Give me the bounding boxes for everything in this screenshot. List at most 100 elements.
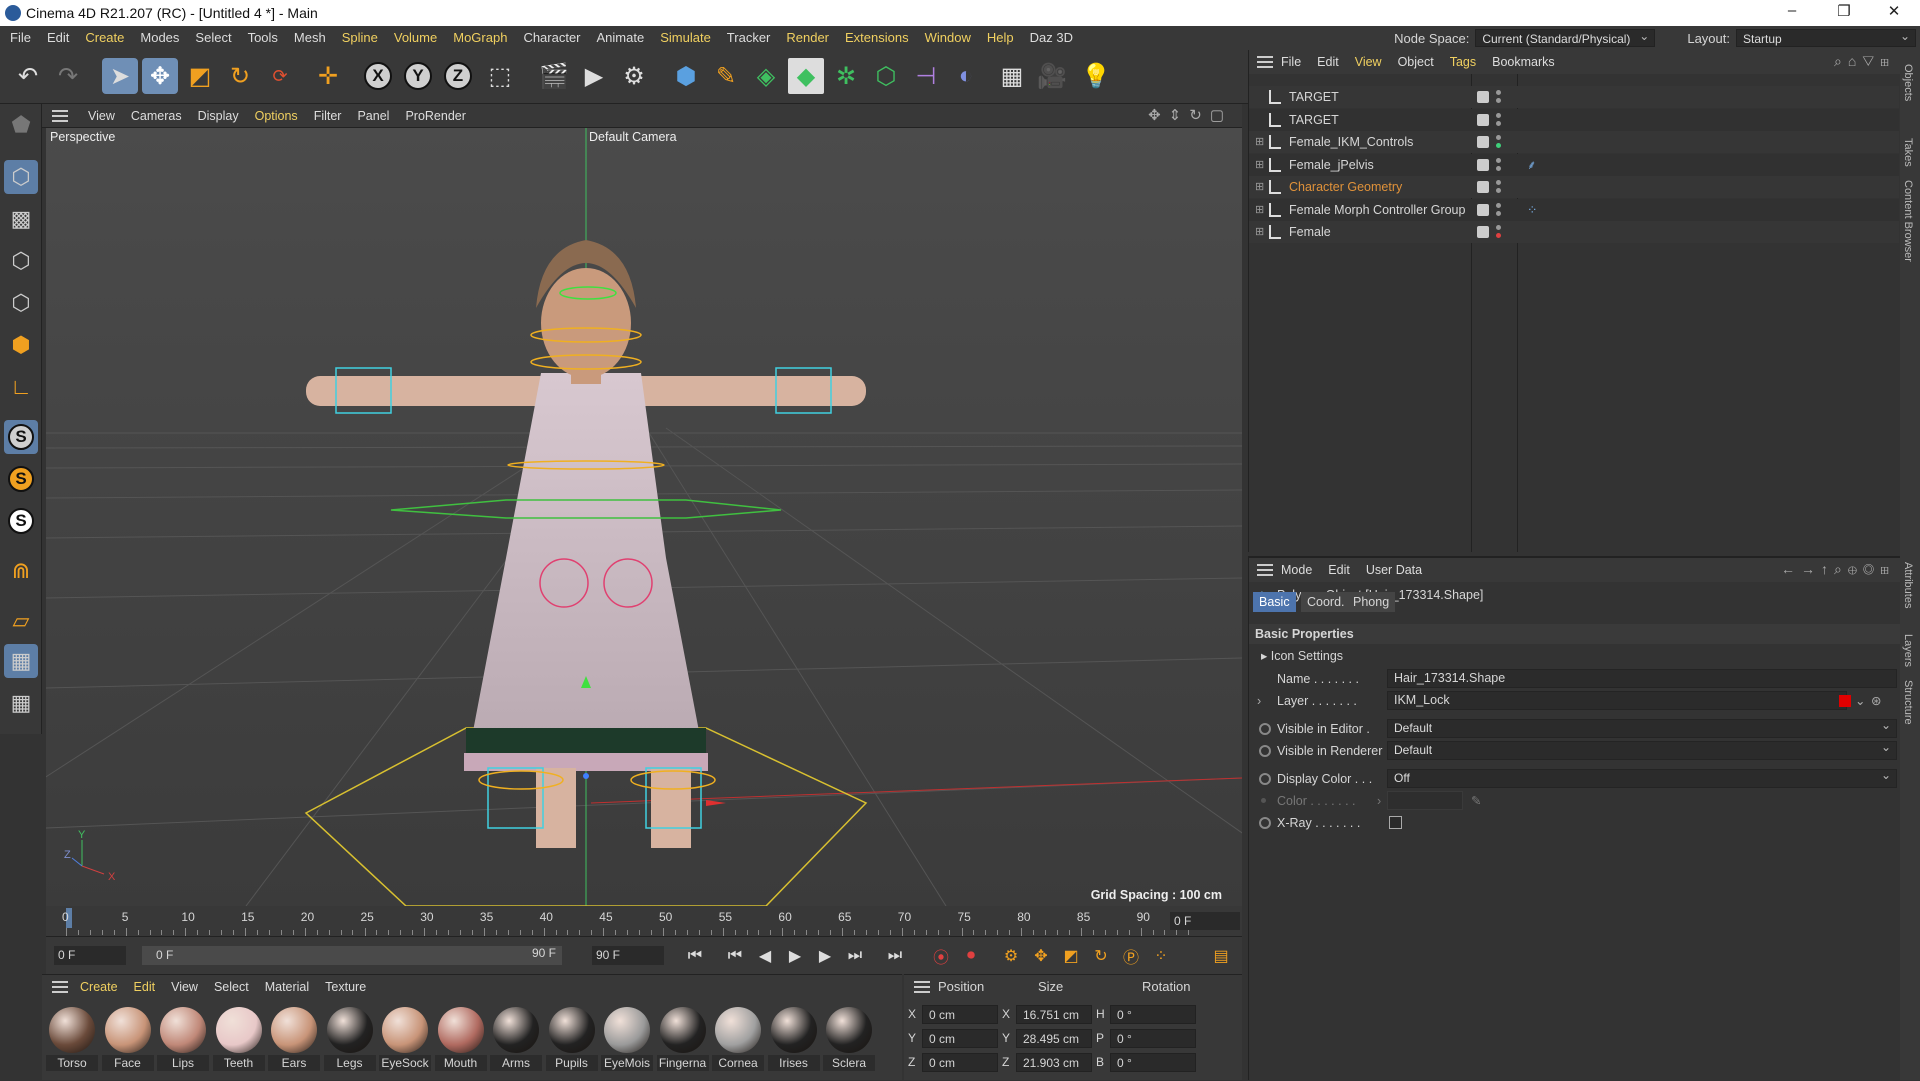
render-view-icon[interactable]: ▶ — [576, 58, 612, 94]
expand-icon[interactable]: ⊞ — [1255, 176, 1264, 198]
object-row[interactable]: ⊞ Female_IKM_Controls — [1249, 131, 1899, 153]
select-tool-icon[interactable]: ➤ — [102, 58, 138, 94]
editor-visibility-dot[interactable] — [1496, 135, 1501, 140]
menu-render[interactable]: Render — [778, 26, 837, 50]
viewport-menu-display[interactable]: Display — [190, 104, 247, 128]
position-key-icon[interactable]: ✥ — [1028, 943, 1054, 969]
side-tab-attributes[interactable]: Attributes — [1902, 562, 1914, 608]
visible-editor-anim-icon[interactable] — [1259, 723, 1271, 735]
render-visibility-dot[interactable] — [1496, 143, 1501, 148]
deformer-icon[interactable]: ⊣ — [908, 58, 944, 94]
y-axis-lock-icon[interactable]: Y — [400, 58, 436, 94]
material-item[interactable]: Lips — [157, 1005, 209, 1079]
param-key-icon[interactable]: Ⓟ — [1118, 943, 1144, 969]
object-row[interactable]: ⊞ Female_jPelvis ⸙ — [1249, 153, 1899, 176]
menu-animate[interactable]: Animate — [589, 26, 653, 50]
viewport-nav-icons[interactable]: ✥⇕↻▢ — [1148, 106, 1232, 124]
maximize-button[interactable]: ❐ — [1822, 2, 1866, 20]
cloner-icon[interactable]: ⬡ — [868, 58, 904, 94]
go-to-start-icon[interactable]: ⏮ — [682, 943, 708, 969]
current-frame-field[interactable]: 0 F — [1170, 912, 1240, 930]
material-item[interactable]: Teeth — [212, 1005, 265, 1079]
quantize-icon[interactable]: S — [4, 504, 38, 538]
expand-icon[interactable]: ⊞ — [1255, 154, 1264, 176]
object-menu-edit[interactable]: Edit — [1309, 50, 1347, 74]
object-menu-view[interactable]: View — [1347, 50, 1390, 74]
previous-frame-icon[interactable]: ◀ — [752, 943, 778, 969]
render-visibility-dot[interactable] — [1496, 98, 1501, 103]
tab-coord[interactable]: Coord. — [1301, 592, 1351, 612]
cube-icon[interactable]: ⬢ — [668, 58, 704, 94]
menu-select[interactable]: Select — [187, 26, 239, 50]
color-expand-icon[interactable]: › — [1377, 790, 1381, 812]
menu-spline[interactable]: Spline — [334, 26, 386, 50]
menu-simulate[interactable]: Simulate — [652, 26, 719, 50]
node-space-dropdown[interactable]: Current (Standard/Physical) — [1475, 27, 1656, 47]
layer-edit-icon[interactable] — [1477, 203, 1489, 216]
autokey-icon[interactable]: ⏺ — [958, 943, 984, 969]
layout-dropdown[interactable]: Startup — [1736, 27, 1916, 47]
psr-icon[interactable]: ⟳ — [262, 58, 298, 94]
object-row[interactable]: TARGET — [1249, 86, 1899, 108]
texture-mode-icon[interactable]: ▩ — [4, 202, 38, 236]
xray-anim-icon[interactable] — [1259, 817, 1271, 829]
z-axis-lock-icon[interactable]: Z — [440, 58, 476, 94]
expand-icon[interactable]: ⊞ — [1255, 221, 1264, 243]
xray-checkbox[interactable] — [1389, 816, 1402, 829]
color-picker-icon[interactable]: ✎ — [1471, 790, 1481, 812]
viewport-menu-cameras[interactable]: Cameras — [123, 104, 190, 128]
end-frame-field[interactable]: 90 F — [592, 946, 664, 965]
menu-create[interactable]: Create — [77, 26, 132, 50]
subdivision-icon[interactable]: ◈ — [748, 58, 784, 94]
layer-edit-icon[interactable] — [1477, 136, 1489, 148]
editor-visibility-dot[interactable] — [1496, 202, 1501, 208]
side-tab-content-browser[interactable]: Content Browser — [1902, 180, 1914, 262]
model-mode-icon[interactable]: ⬡ — [4, 160, 38, 194]
scale-key-icon[interactable]: ◩ — [1058, 943, 1084, 969]
workplane-icon[interactable]: ▱ — [4, 604, 38, 638]
tab-phong[interactable]: Phong — [1347, 592, 1396, 612]
layer-edit-icon[interactable] — [1477, 226, 1489, 238]
material-item[interactable]: EyeSock — [379, 1005, 431, 1079]
material-item[interactable]: Torso — [46, 1005, 98, 1079]
layer-edit-icon[interactable] — [1477, 91, 1489, 103]
material-item[interactable]: Ears — [268, 1005, 320, 1079]
side-tab-layers[interactable]: Layers — [1902, 634, 1914, 667]
points-mode-icon[interactable]: ⬡ — [4, 244, 38, 278]
expand-icon[interactable]: ⊞ — [1255, 199, 1264, 221]
object-row[interactable]: ⊞ Female — [1249, 221, 1899, 243]
menu-help[interactable]: Help — [979, 26, 1022, 50]
viewport-3d[interactable]: Y X Z Perspective Default Camera Grid Sp… — [46, 128, 1242, 906]
grid-icon[interactable]: ▦ — [4, 644, 38, 678]
position-field[interactable]: 0 cm — [922, 1004, 998, 1024]
magnet-icon[interactable]: ⋒ — [4, 554, 38, 588]
render-visibility-dot[interactable] — [1496, 210, 1501, 216]
keyframe-selection-icon[interactable]: ⚙ — [998, 943, 1024, 969]
range-slider[interactable]: 0 F — [142, 946, 562, 965]
render-visibility-dot[interactable] — [1496, 120, 1501, 126]
viewport-camera-label[interactable]: Default Camera — [589, 130, 677, 144]
viewport-menu-view[interactable]: View — [80, 104, 123, 128]
snap-icon[interactable]: S — [4, 420, 38, 454]
expand-icon[interactable]: ⊞ — [1255, 131, 1264, 153]
pen-icon[interactable]: ✎ — [708, 58, 744, 94]
size-field[interactable]: 28.495 cm — [1016, 1028, 1092, 1048]
menu-character[interactable]: Character — [515, 26, 588, 50]
viewport-menu-panel[interactable]: Panel — [349, 104, 397, 128]
record-icon[interactable]: ⦿ — [928, 943, 954, 969]
edges-mode-icon[interactable]: ⬡ — [4, 286, 38, 320]
object-menu-tags[interactable]: Tags — [1442, 50, 1484, 74]
editor-visibility-dot[interactable] — [1496, 157, 1501, 163]
object-menu-bookmarks[interactable]: Bookmarks — [1484, 50, 1563, 74]
attribute-menu-edit[interactable]: Edit — [1320, 558, 1358, 582]
object-row[interactable]: ⊞ Female Morph Controller Group ⁘ — [1249, 198, 1899, 221]
axis-icon[interactable]: ✛ — [310, 58, 346, 94]
undo-icon[interactable]: ↶ — [10, 58, 46, 94]
locked-workplane-icon[interactable]: ▦ — [4, 686, 38, 720]
material-item[interactable]: Face — [101, 1005, 154, 1079]
editor-visibility-dot[interactable] — [1496, 180, 1501, 185]
material-item[interactable]: Arms — [490, 1005, 542, 1079]
object-menu-object[interactable]: Object — [1390, 50, 1442, 74]
render-region-icon[interactable]: 🎬 — [536, 58, 572, 94]
object-search-icons[interactable]: ⌕⌂▽⊞ — [1834, 53, 1895, 70]
